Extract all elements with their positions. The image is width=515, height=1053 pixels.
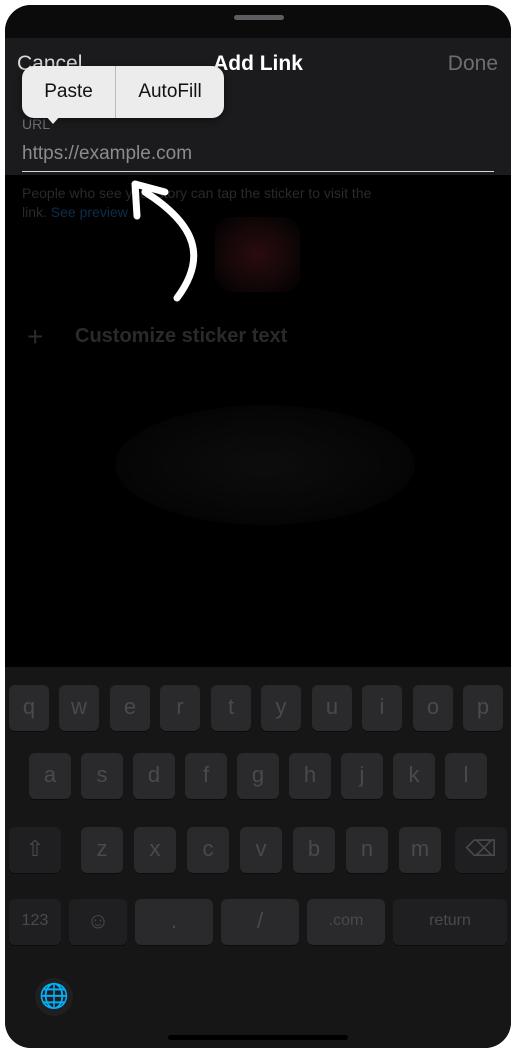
- key-j[interactable]: j: [341, 753, 383, 799]
- paste-button[interactable]: Paste: [22, 66, 115, 118]
- annotation-arrow-icon: [131, 180, 198, 302]
- url-underline: [22, 171, 494, 172]
- sheet-grabber[interactable]: [234, 15, 284, 20]
- edit-menu-pointer: [45, 115, 61, 124]
- key-i[interactable]: i: [362, 685, 402, 731]
- key-n[interactable]: n: [346, 827, 388, 873]
- dot-key[interactable]: .: [135, 899, 213, 945]
- key-w[interactable]: w: [59, 685, 99, 731]
- key-a[interactable]: a: [29, 753, 71, 799]
- helper-text-line2: link. See preview: [22, 204, 128, 220]
- emoji-key[interactable]: ☺: [69, 899, 127, 945]
- backspace-key[interactable]: ⌫: [455, 827, 507, 873]
- key-f[interactable]: f: [185, 753, 227, 799]
- slash-key[interactable]: /: [221, 899, 299, 945]
- key-r[interactable]: r: [160, 685, 200, 731]
- background-glow: [115, 405, 415, 525]
- key-d[interactable]: d: [133, 753, 175, 799]
- key-k[interactable]: k: [393, 753, 435, 799]
- key-t[interactable]: t: [211, 685, 251, 731]
- key-m[interactable]: m: [399, 827, 441, 873]
- key-q[interactable]: q: [9, 685, 49, 731]
- helper-text-end: link.: [22, 204, 47, 220]
- key-e[interactable]: e: [110, 685, 150, 731]
- key-p[interactable]: p: [463, 685, 503, 731]
- autofill-button[interactable]: AutoFill: [116, 66, 224, 118]
- key-y[interactable]: y: [261, 685, 301, 731]
- url-input[interactable]: [22, 139, 494, 169]
- dotcom-key[interactable]: .com: [307, 899, 385, 945]
- key-h[interactable]: h: [289, 753, 331, 799]
- key-c[interactable]: c: [187, 827, 229, 873]
- key-s[interactable]: s: [81, 753, 123, 799]
- key-v[interactable]: v: [240, 827, 282, 873]
- edit-menu: Paste AutoFill: [22, 66, 224, 118]
- numbers-key[interactable]: 123: [9, 899, 61, 945]
- shift-key[interactable]: ⇧: [9, 827, 61, 873]
- home-indicator[interactable]: [168, 1035, 348, 1040]
- return-key[interactable]: return: [393, 899, 507, 945]
- key-o[interactable]: o: [413, 685, 453, 731]
- key-x[interactable]: x: [134, 827, 176, 873]
- plus-icon: +: [27, 321, 44, 352]
- phone-screen: Cancel Add Link Done URL People who see …: [5, 5, 511, 1048]
- key-g[interactable]: g: [237, 753, 279, 799]
- done-button[interactable]: Done: [448, 52, 498, 76]
- sheet-top: [5, 5, 511, 38]
- key-u[interactable]: u: [312, 685, 352, 731]
- key-b[interactable]: b: [293, 827, 335, 873]
- key-l[interactable]: l: [445, 753, 487, 799]
- customize-sticker-text-button[interactable]: Customize sticker text: [75, 325, 287, 348]
- key-z[interactable]: z: [81, 827, 123, 873]
- globe-icon[interactable]: 🌐: [35, 978, 73, 1016]
